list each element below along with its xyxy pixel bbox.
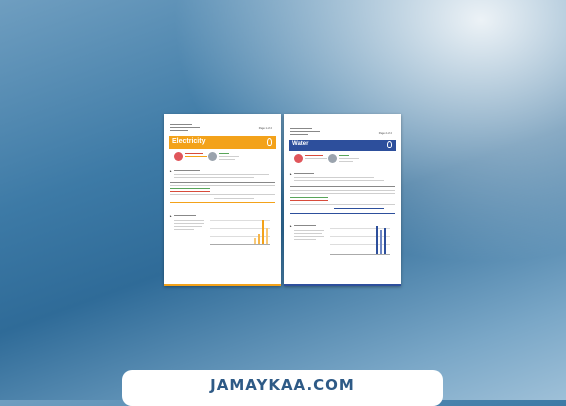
site-name: JAMAYKAA.COM (210, 376, 355, 394)
electricity-header-bar: Electricity (169, 136, 276, 149)
meter-icon (328, 154, 337, 163)
meter-icon (174, 152, 183, 161)
water-title: Water (292, 141, 309, 147)
electricity-footer-line (164, 284, 281, 286)
meter-icon (208, 152, 217, 161)
usage-section-marker: ▸ (290, 172, 292, 176)
electricity-bill-page: Page 1 of 2 Electricity ▸ ▸ (164, 114, 281, 286)
usage-history-chart (330, 224, 392, 258)
history-section-marker: ▸ (170, 214, 172, 218)
page-number: Page 1 of 2 (258, 127, 272, 130)
lightbulb-icon (267, 138, 272, 146)
water-bill-page: Page 2 of 2 Water ▸ ▸ (284, 114, 401, 286)
usage-section-marker: ▸ (170, 169, 172, 173)
usage-history-chart (210, 216, 272, 248)
background-glow (0, 0, 566, 400)
meter-icon (294, 154, 303, 163)
site-banner: JAMAYKAA.COM (122, 370, 443, 406)
history-section-marker: ▸ (290, 224, 292, 228)
water-footer-line (284, 284, 401, 286)
water-header-bar: Water (289, 140, 396, 151)
page-number: Page 2 of 2 (378, 132, 392, 135)
water-drop-icon (387, 141, 392, 148)
electricity-title: Electricity (172, 138, 206, 145)
